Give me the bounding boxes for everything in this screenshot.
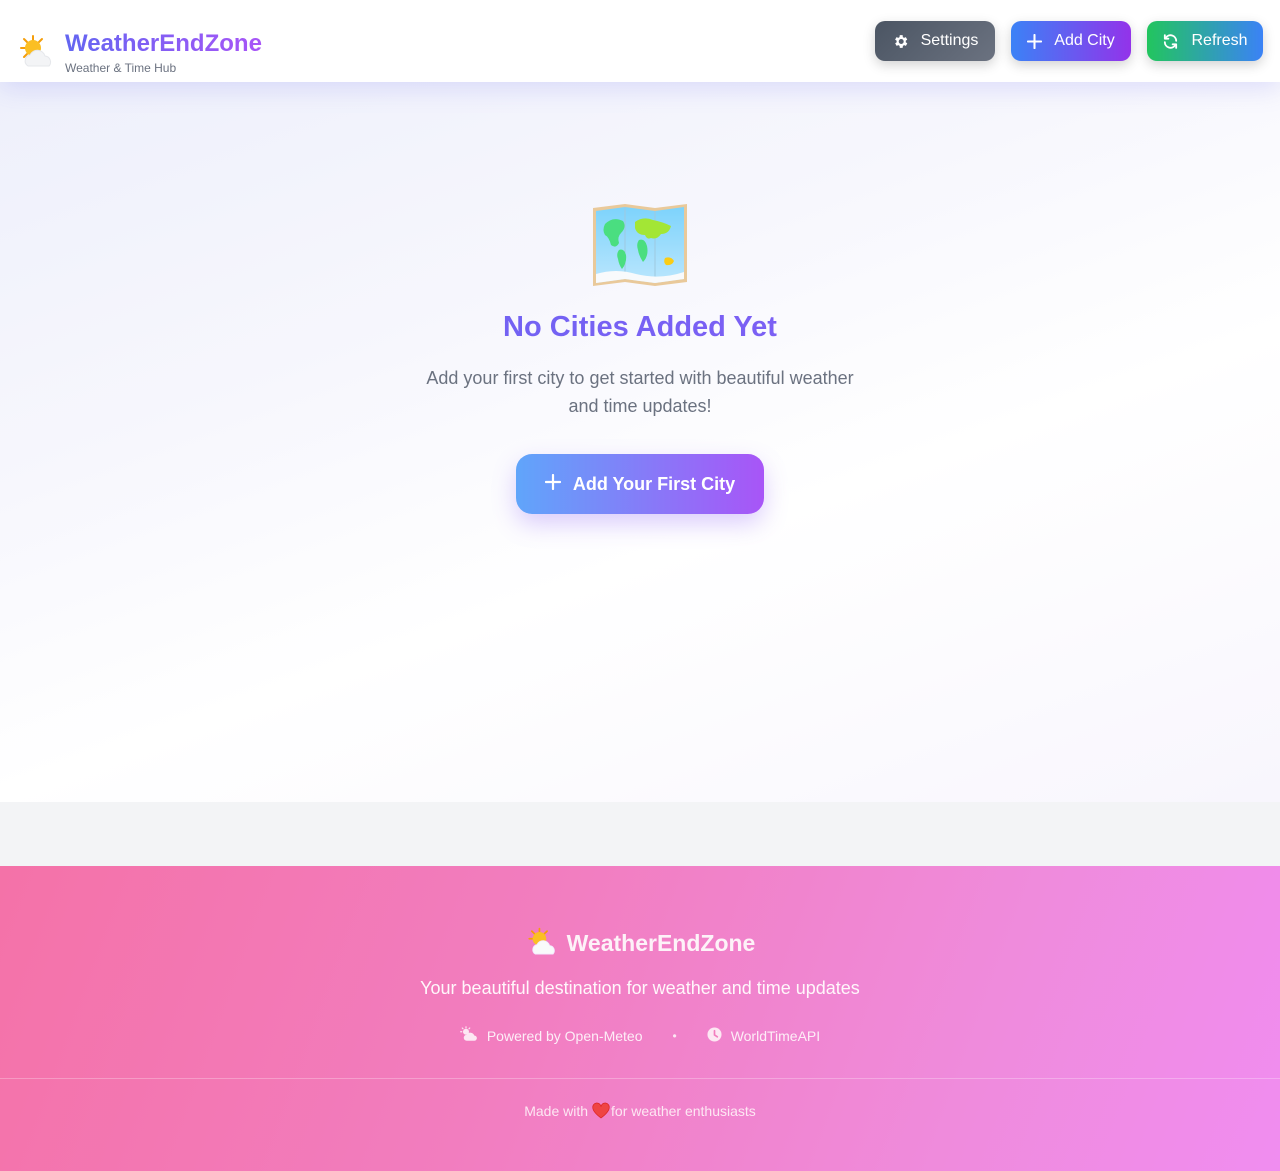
app-header: WeatherEndZone Weather & Time Hub Settin… <box>0 0 1280 82</box>
main-content: No Cities Added Yet Add your first city … <box>0 82 1280 802</box>
settings-label: Settings <box>920 32 979 49</box>
clock-icon <box>707 1026 722 1045</box>
empty-state-description: Add your first city to get started with … <box>426 368 854 416</box>
cloud-sun-icon <box>459 1026 478 1045</box>
footer-link-worldtimeapi[interactable]: WorldTimeAPI <box>707 1026 821 1045</box>
refresh-icon <box>1162 33 1179 50</box>
page-spacer <box>0 802 1280 866</box>
app-title: WeatherEndZone <box>65 30 262 57</box>
gear-icon <box>892 33 909 50</box>
made-with-prefix: Made with <box>524 1102 589 1119</box>
refresh-button[interactable]: Refresh <box>1147 21 1263 61</box>
open-meteo-label: Powered by Open-Meteo <box>486 1027 643 1044</box>
brand[interactable]: WeatherEndZone Weather & Time Hub <box>16 30 262 75</box>
made-with-suffix: for weather enthusiasts <box>611 1102 756 1119</box>
footer-made-with: Made with for weather enthusiasts <box>0 1102 1280 1119</box>
add-city-label: Add City <box>1054 32 1115 49</box>
footer-links: Powered by Open-Meteo • WorldTimeAPI <box>0 1026 1280 1045</box>
app-subtitle: Weather & Time Hub <box>65 61 177 75</box>
plus-icon <box>544 473 561 495</box>
refresh-label: Refresh <box>1191 32 1248 49</box>
footer-title: WeatherEndZone <box>566 929 756 956</box>
heart-icon <box>592 1102 610 1119</box>
sun-behind-cloud-icon <box>525 926 559 960</box>
empty-state-title: No Cities Added Yet <box>0 310 1280 344</box>
world-map-icon <box>591 202 689 288</box>
footer-brand: WeatherEndZone <box>0 926 1280 960</box>
footer-divider <box>0 1078 1280 1079</box>
app-footer: WeatherEndZone Your beautiful destinatio… <box>0 866 1280 1171</box>
footer-link-open-meteo[interactable]: Powered by Open-Meteo <box>459 1026 643 1045</box>
footer-separator: • <box>672 1028 677 1043</box>
worldtimeapi-label: WorldTimeAPI <box>730 1027 821 1044</box>
add-city-button[interactable]: Add City <box>1011 21 1131 61</box>
footer-tagline: Your beautiful destination for weather a… <box>420 978 860 998</box>
settings-button[interactable]: Settings <box>875 21 995 61</box>
add-first-city-button[interactable]: Add Your First City <box>516 454 764 514</box>
plus-icon <box>1027 33 1043 49</box>
sun-behind-cloud-icon <box>16 33 56 73</box>
empty-state: No Cities Added Yet Add your first city … <box>0 202 1280 514</box>
add-first-city-label: Add Your First City <box>572 473 736 494</box>
